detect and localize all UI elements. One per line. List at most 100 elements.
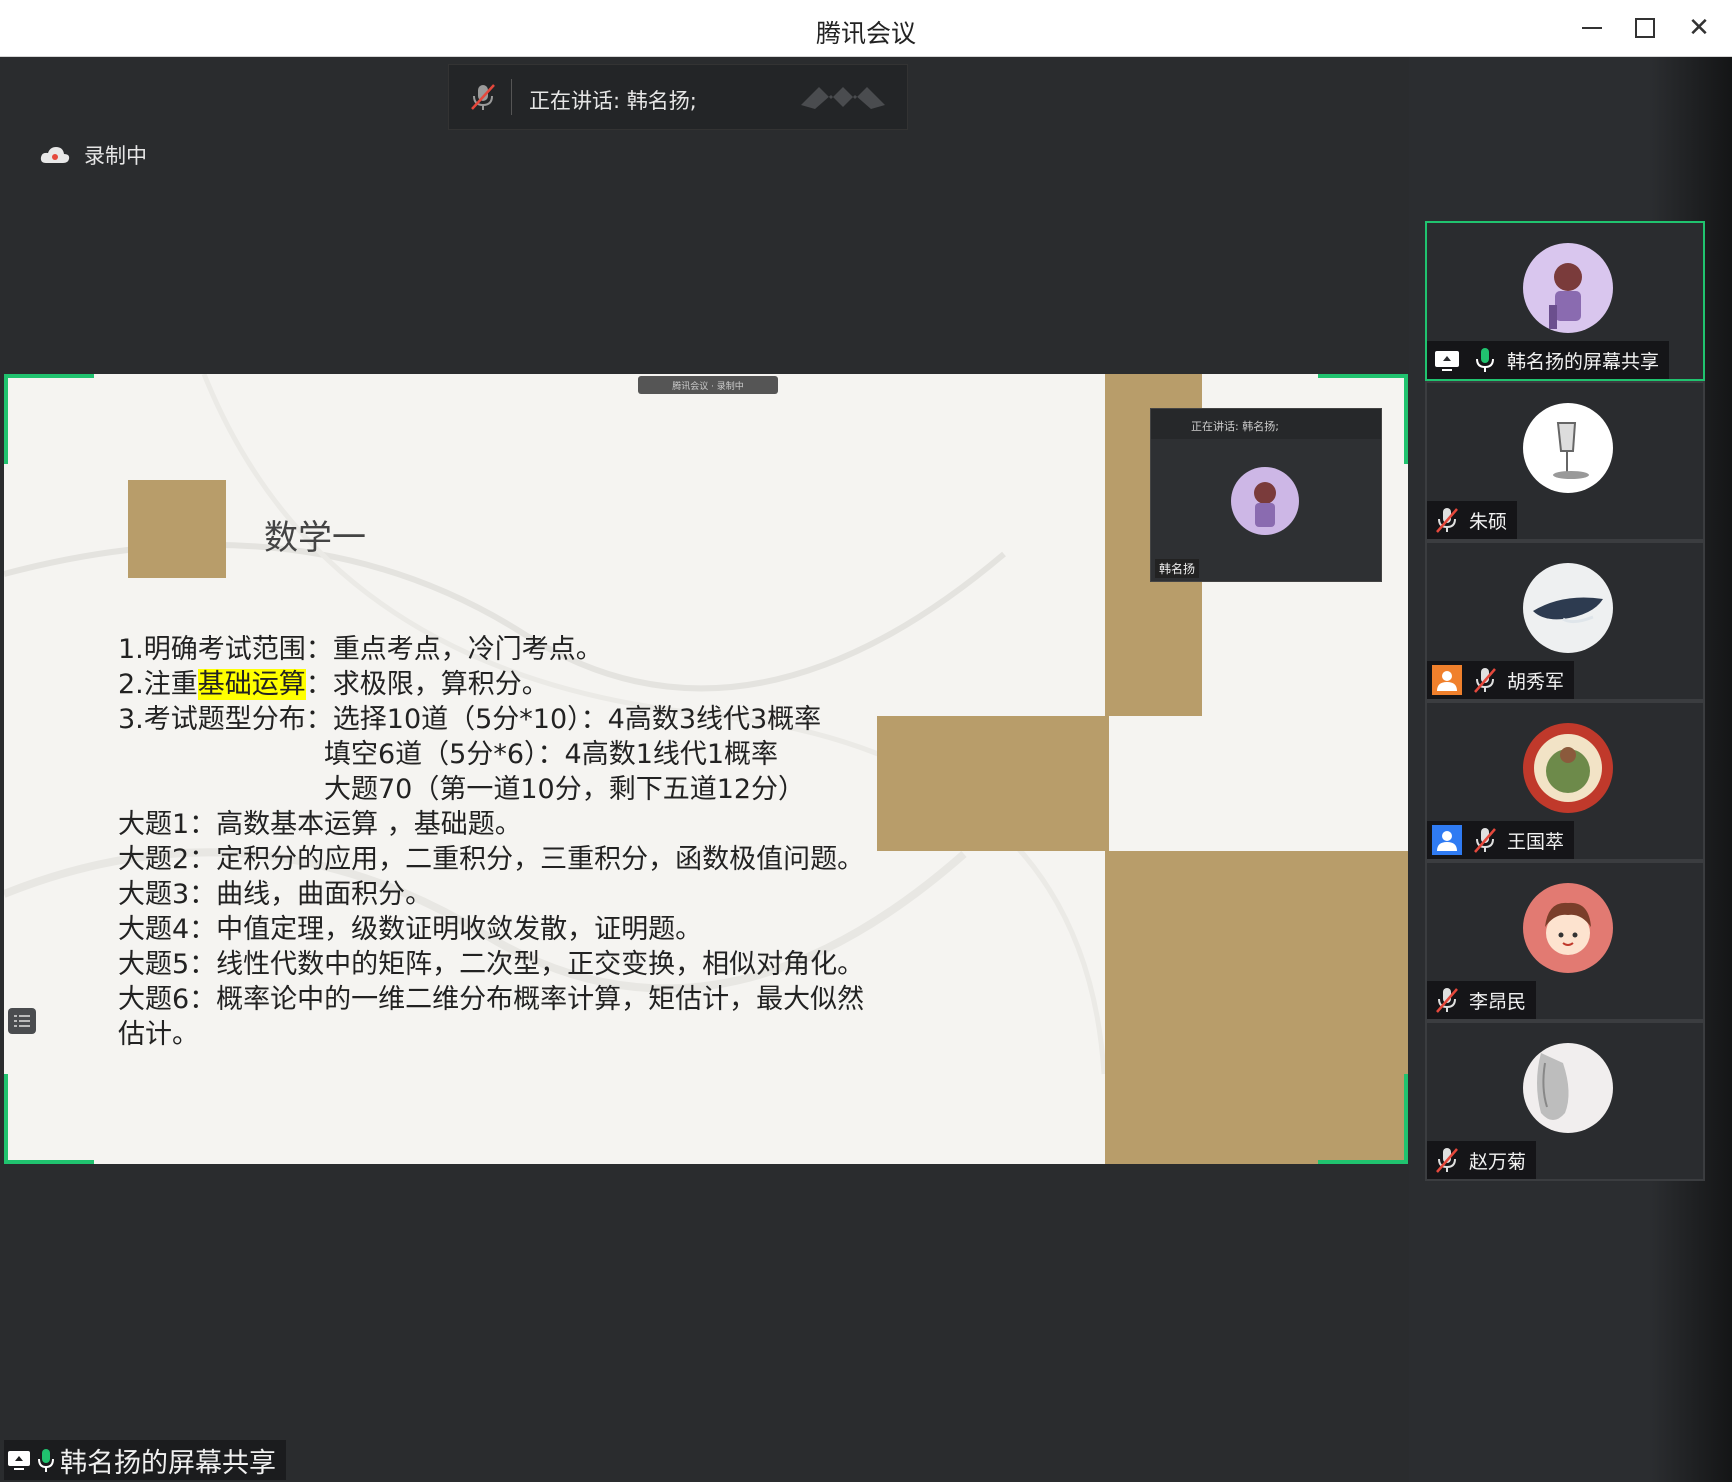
embedded-recording-chip: 腾讯会议 · 录制中 (638, 376, 778, 394)
screen-share-icon (8, 1451, 30, 1470)
user-badge-icon (1432, 665, 1462, 695)
maximize-icon (1635, 18, 1655, 38)
maximize-button[interactable] (1625, 8, 1665, 48)
speaking-indicator-bar: 正在讲话: 韩名扬; (448, 64, 908, 130)
slide-line-text: 3.考试题型分布：选择10道（5分*10）：4高数3线代3概率 (118, 704, 822, 735)
participant-name: 胡秀军 (1507, 670, 1565, 693)
participant-tile[interactable]: 胡秀军 (1425, 541, 1705, 701)
participant-name: 朱硕 (1469, 510, 1508, 533)
participant-name: 王国萃 (1507, 830, 1565, 853)
speaking-text: 正在讲话: 韩名扬; (529, 89, 697, 113)
title-bar: 腾讯会议 ✕ (0, 0, 1732, 57)
screen-share-icon (1435, 351, 1459, 371)
mic-on-icon (1476, 348, 1494, 372)
close-button[interactable]: ✕ (1679, 8, 1719, 48)
participant-mic-status (1469, 344, 1501, 376)
window-title: 腾讯会议 (815, 19, 916, 48)
slide-line: 大题3：曲线，曲面积分。 (118, 877, 864, 912)
decor-block-2 (877, 716, 1109, 851)
share-frame-corner (1318, 374, 1408, 464)
slide-line: 1.明确考试范围：重点考点，冷门考点。 (118, 632, 864, 667)
embedded-speaking-text: 正在讲话: 韩名扬; (1191, 420, 1279, 433)
participant-label: 王国萃 (1427, 821, 1575, 859)
slide-line-text: ：求极限，算积分。 (305, 669, 549, 700)
share-name-text: 韩名扬的屏幕共享 (60, 1447, 276, 1479)
recording-indicator[interactable]: 录制中 (40, 140, 147, 170)
embedded-avatar (1231, 467, 1299, 535)
slide-line: 估计。 (118, 1017, 864, 1052)
slide-line-text: 大题2：定积分的应用，二重积分，三重积分，函数极值问题。 (118, 844, 865, 875)
slide-line: 3.考试题型分布：选择10道（5分*10）：4高数3线代3概率 (118, 702, 864, 737)
participant-label: 朱硕 (1427, 501, 1518, 539)
mic-muted-icon (471, 84, 495, 110)
participant-badge (1431, 824, 1463, 856)
slide-line-text: 大题5：线性代数中的矩阵，二次型，正交变换，相似对角化。 (118, 949, 865, 980)
side-panel-toggle-button[interactable] (8, 1008, 36, 1034)
slide-line-text: 估计。 (118, 1019, 199, 1050)
share-frame-corner (4, 1074, 94, 1164)
slide-line-text: 2.注重 (118, 669, 198, 700)
mic-muted-icon (1436, 988, 1458, 1013)
mic-muted-icon (1436, 1148, 1458, 1173)
minimize-button[interactable] (1572, 8, 1612, 48)
participant-avatar (1523, 403, 1613, 493)
slide-content: 1.明确考试范围：重点考点，冷门考点。 2.注重基础运算：求极限，算积分。 3.考试… (118, 632, 864, 1052)
slide-line-text: 大题1：高数基本运算 ，基础题。 (118, 809, 522, 840)
slide-line: 大题70（第一道10分，剩下五道12分） (118, 772, 864, 807)
participant-tile[interactable]: 赵万菊 (1425, 1021, 1705, 1181)
highlighted-text: 基础运算 (197, 669, 306, 700)
mic-muted-icon (1436, 508, 1458, 533)
cloud-recording-icon (40, 147, 70, 163)
participant-tile[interactable]: 韩名扬的屏幕共享 (1425, 221, 1705, 381)
slide-line: 2.注重基础运算：求极限，算积分。 (118, 667, 864, 702)
participant-mic-status (1469, 664, 1501, 696)
slide-line-text: 大题70（第一道10分，剩下五道12分） (118, 774, 806, 805)
participant-label: 韩名扬的屏幕共享 (1427, 341, 1670, 379)
participant-label: 赵万菊 (1427, 1141, 1537, 1179)
slide-line: 大题5：线性代数中的矩阵，二次型，正交变换，相似对角化。 (118, 947, 864, 982)
participant-mic-status (1431, 504, 1463, 536)
participant-badge (1431, 664, 1463, 696)
slide-title-block (128, 480, 226, 578)
slide-line: 大题6：概率论中的一维二维分布概率计算，矩估计，最大似然 (118, 982, 864, 1017)
share-frame-corner (1318, 1074, 1408, 1164)
participant-mic-status (1431, 984, 1463, 1016)
slide-line-text: 大题4：中值定理，级数证明收敛发散，证明题。 (118, 914, 703, 945)
embedded-name: 韩名扬 (1155, 559, 1200, 578)
divider (511, 79, 512, 115)
participant-avatar (1523, 563, 1613, 653)
close-icon: ✕ (1688, 13, 1710, 43)
participant-avatar (1523, 723, 1613, 813)
participant-tile[interactable]: 李昂民 (1425, 861, 1705, 1021)
list-icon (14, 1015, 30, 1027)
participant-name: 李昂民 (1469, 990, 1527, 1013)
participant-avatar (1523, 1043, 1613, 1133)
share-name-label: 韩名扬的屏幕共享 (4, 1440, 286, 1480)
slide-line-text: 大题6：概率论中的一维二维分布概率计算，矩估计，最大似然 (118, 984, 865, 1015)
mic-muted-icon (1474, 828, 1496, 853)
participant-avatar (1523, 243, 1613, 333)
participant-label: 李昂民 (1427, 981, 1537, 1019)
participant-name: 韩名扬的屏幕共享 (1507, 350, 1660, 373)
slide-line: 大题4：中值定理，级数证明收敛发散，证明题。 (118, 912, 864, 947)
participant-name: 赵万菊 (1469, 1150, 1527, 1173)
participant-tile[interactable]: 朱硕 (1425, 381, 1705, 541)
slide-line-text: 大题3：曲线，曲面积分。 (118, 879, 433, 910)
participants-panel: 韩名扬的屏幕共享朱硕胡秀军王国萃李昂民赵万菊 (1409, 57, 1732, 1482)
mic-on-icon (38, 1449, 54, 1472)
participant-avatar (1523, 883, 1613, 973)
participant-badge (1431, 344, 1463, 376)
participant-label: 胡秀军 (1427, 661, 1575, 699)
user-badge-icon (1432, 825, 1462, 855)
slide-line: 大题2：定积分的应用，二重积分，三重积分，函数极值问题。 (118, 842, 864, 877)
participant-mic-status (1469, 824, 1501, 856)
recording-text: 录制中 (84, 144, 147, 168)
mic-muted-icon (1474, 668, 1496, 693)
shared-screen[interactable]: 腾讯会议 · 录制中 数学一 1.明确考试范围：重点考点，冷门考点。 2.注重基础… (4, 374, 1408, 1164)
slide-line-text: 1.明确考试范围：重点考点，冷门考点。 (118, 634, 603, 665)
participant-tile[interactable]: 王国萃 (1425, 701, 1705, 861)
slide-line-text: 填空6道（5分*6）：4高数1线代1概率 (118, 739, 779, 770)
slide-title: 数学一 (264, 518, 366, 558)
share-frame-corner (4, 374, 94, 464)
slide-line: 大题1：高数基本运算 ，基础题。 (118, 807, 864, 842)
